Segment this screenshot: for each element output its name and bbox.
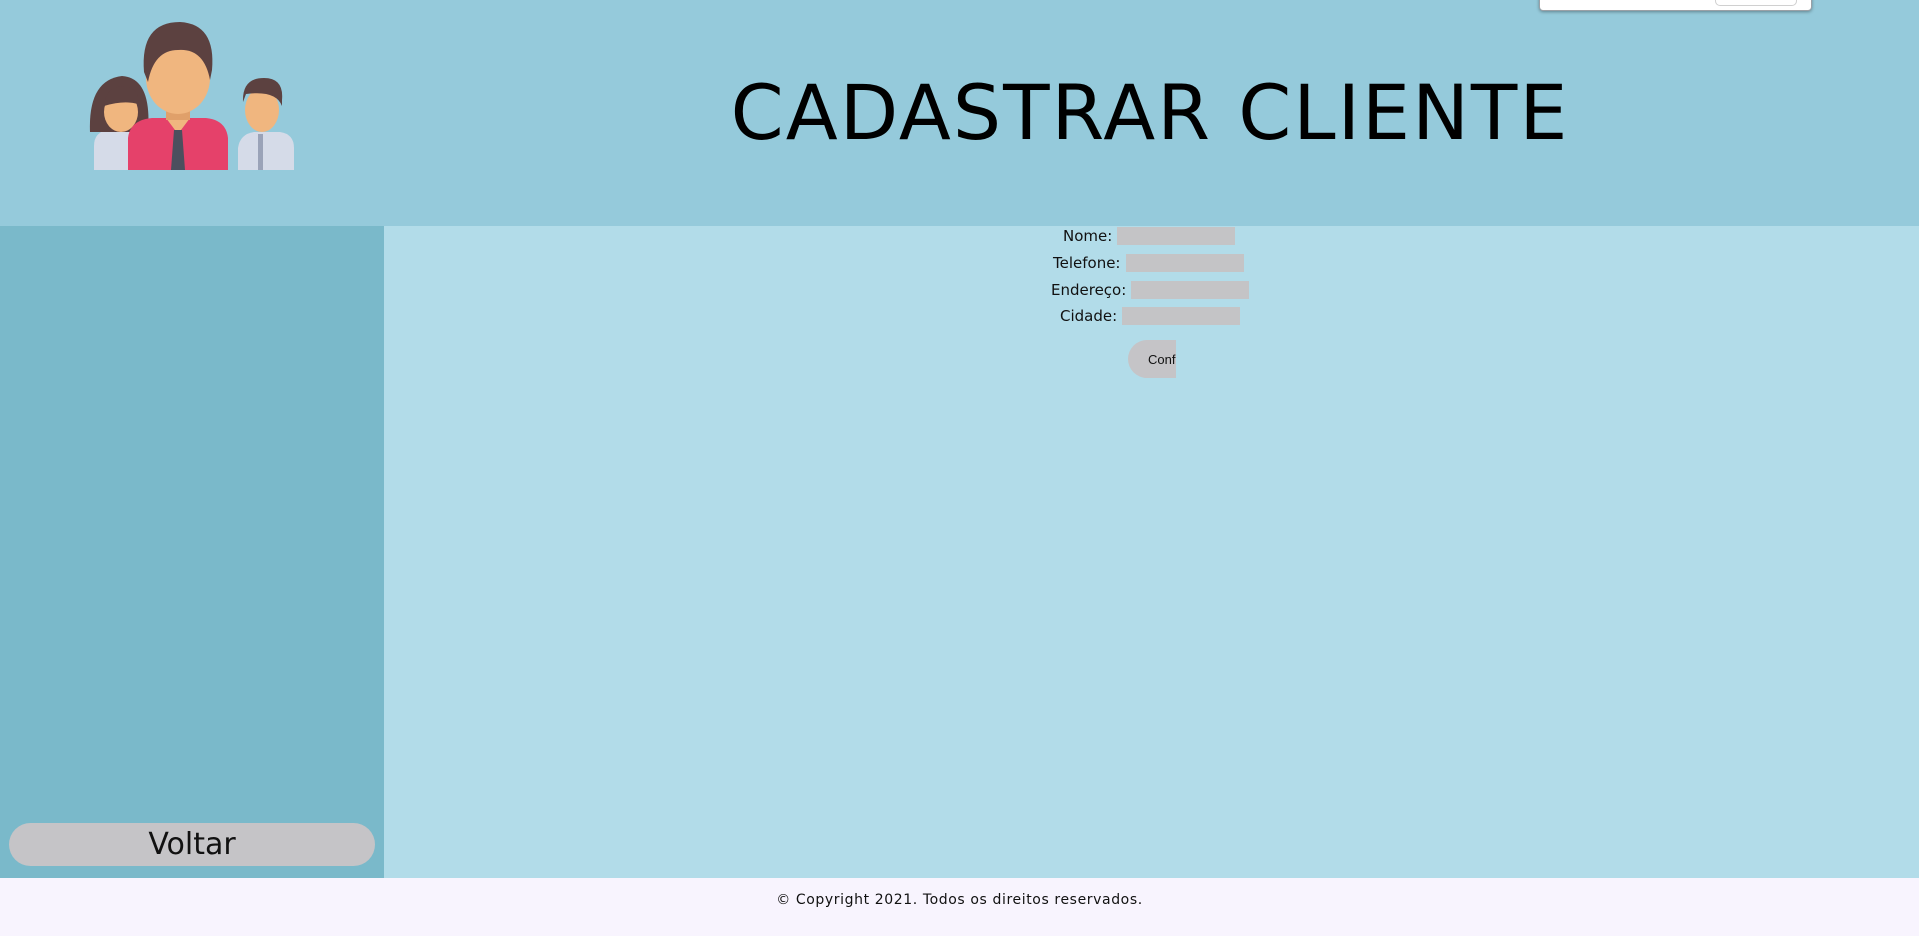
popup-inner-button[interactable] <box>1715 0 1797 6</box>
popup-fragment <box>1539 0 1812 11</box>
form-row-cidade: Cidade: <box>1060 306 1241 326</box>
endereco-input[interactable] <box>1131 281 1250 299</box>
endereco-label: Endereço: <box>1051 281 1127 299</box>
page-title: CADASTRAR CLIENTE <box>730 68 1570 157</box>
form-row-telefone: Telefone: <box>1053 253 1244 273</box>
family-people-icon <box>89 22 294 170</box>
main-content: Nome: Telefone: Endereço: Cidade: Conf <box>384 226 1919 878</box>
copyright-text: © Copyright 2021. Todos os direitos rese… <box>776 892 1143 908</box>
cidade-label: Cidade: <box>1060 307 1118 325</box>
form-row-endereco: Endereço: <box>1051 280 1250 300</box>
nome-label: Nome: <box>1063 227 1113 245</box>
nome-input[interactable] <box>1117 227 1236 245</box>
cidade-input[interactable] <box>1122 307 1241 325</box>
back-button[interactable]: Voltar <box>9 823 375 866</box>
sidebar: Voltar <box>0 226 384 878</box>
footer: © Copyright 2021. Todos os direitos rese… <box>0 878 1919 936</box>
confirm-button[interactable]: Conf <box>1128 340 1176 378</box>
header: CADASTRAR CLIENTE <box>0 0 1919 226</box>
telefone-input[interactable] <box>1125 254 1244 272</box>
form-row-nome: Nome: <box>1063 226 1236 246</box>
telefone-label: Telefone: <box>1053 254 1121 272</box>
